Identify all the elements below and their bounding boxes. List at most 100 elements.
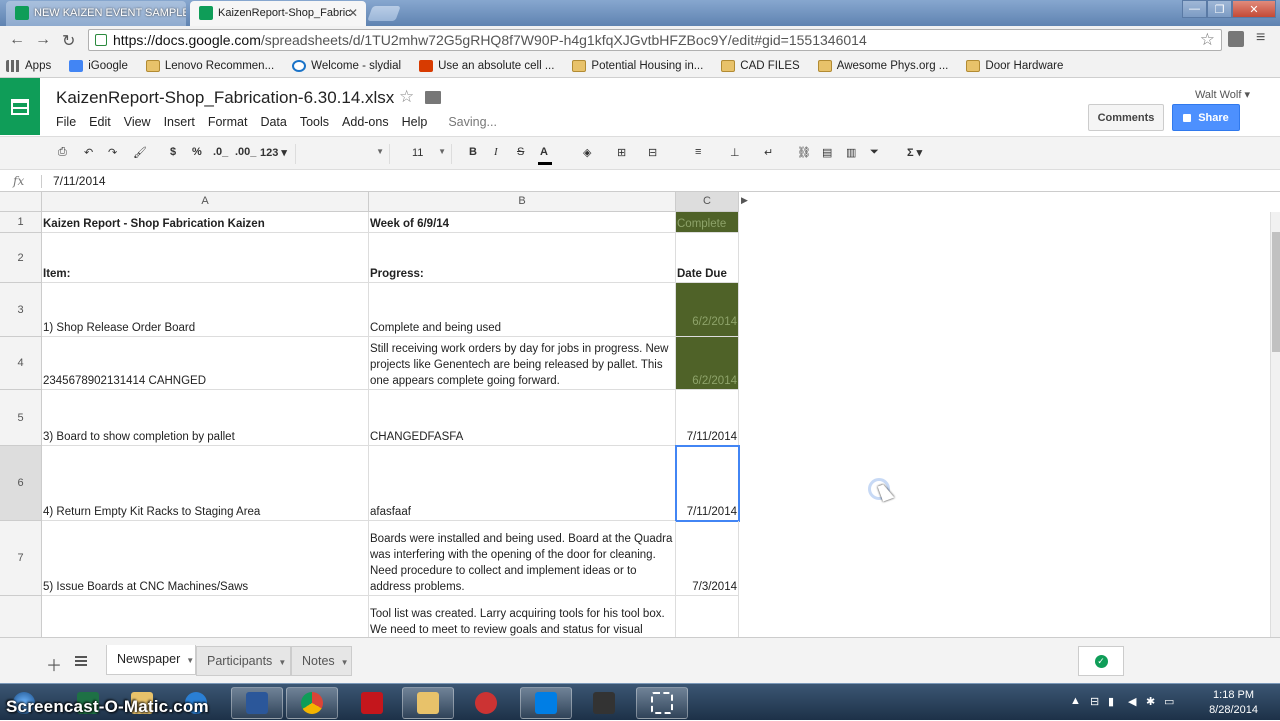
menu-view[interactable]: View [124,115,151,129]
network-icon[interactable]: ⊟ [1090,695,1099,708]
close-window-button[interactable]: ✕ [1232,0,1276,18]
user-account[interactable]: Walt Wolf ▾ [1195,88,1250,101]
bookmark-cad-files[interactable]: CAD FILES [721,59,800,72]
new-tab-button[interactable] [367,6,401,21]
star-icon[interactable]: ☆ [399,87,414,107]
increase-decimal-button[interactable]: .00_ [235,146,256,158]
wifi-icon[interactable]: ▮ [1108,695,1114,708]
comments-button[interactable]: Comments [1088,104,1164,131]
cell-b4[interactable]: Still receiving work orders by day for j… [369,337,676,390]
vertical-scrollbar[interactable] [1270,212,1280,637]
currency-format-button[interactable]: $ [170,146,176,158]
scroll-right-arrow-icon[interactable]: ▶ [741,195,748,206]
italic-button[interactable]: I [494,146,498,158]
menu-data[interactable]: Data [260,115,286,129]
font-family-select[interactable]: ▼ [295,144,390,164]
app-taskbar-icon[interactable] [460,687,512,719]
dropbox-taskbar-icon[interactable] [520,687,572,719]
sheets-logo-icon[interactable] [0,78,40,135]
cell-b2[interactable]: Progress: [369,233,676,283]
cell-a8[interactable] [42,596,369,637]
dropdown-arrow-icon[interactable]: ▼ [278,658,286,667]
all-sheets-icon[interactable] [75,656,87,666]
column-header-a[interactable]: A [42,192,369,212]
insert-chart-icon[interactable]: ▥ [846,146,856,159]
extension-icon[interactable] [1228,31,1244,47]
redo-icon[interactable]: ↷ [108,146,117,159]
cell-a1[interactable]: Kaizen Report - Shop Fabrication Kaizen [42,212,369,233]
row-header[interactable]: 4 [0,337,42,390]
maximize-button[interactable]: ❐ [1207,0,1232,18]
strikethrough-button[interactable]: S [517,146,524,158]
bookmark-slydial[interactable]: Welcome - slydial [292,59,401,72]
merge-cells-icon[interactable]: ⊟ [648,146,657,159]
formula-input[interactable]: 7/11/2014 [53,174,106,188]
row-header[interactable]: 1 [0,212,42,233]
row-header[interactable]: 7 [0,521,42,596]
cell-b1[interactable]: Week of 6/9/14 [369,212,676,233]
fill-color-icon[interactable]: ◈ [583,146,591,159]
battery-icon[interactable]: ▭ [1164,695,1174,708]
bookmark-door-hardware[interactable]: Door Hardware [966,59,1063,72]
cell-b3[interactable]: Complete and being used [369,283,676,337]
cell-a7[interactable]: 5) Issue Boards at CNC Machines/Saws [42,521,369,596]
sheet-tab-participants[interactable]: Participants ▼ [196,646,291,676]
bookmark-lenovo[interactable]: Lenovo Recommen... [145,59,274,72]
bookmark-igoogle[interactable]: iGoogle [69,59,128,72]
cell-b7[interactable]: Boards were installed and being used. Bo… [369,521,676,596]
align-horizontal-icon[interactable]: ≡ [695,146,701,158]
forward-arrow-icon[interactable]: → [35,31,51,49]
menu-addons[interactable]: Add-ons [342,115,389,129]
wrap-text-icon[interactable]: ↵ [764,146,773,159]
acrobat-taskbar-icon[interactable] [346,687,398,719]
screencast-taskbar-icon[interactable] [636,687,688,719]
borders-icon[interactable]: ⊞ [617,146,626,159]
text-color-button[interactable]: A [540,146,548,158]
functions-button[interactable]: Σ ▾ [907,146,922,159]
filter-icon[interactable]: ⏷ [870,146,879,159]
volume-icon[interactable]: ◀ [1128,695,1136,708]
cell-a2[interactable]: Item: [42,233,369,283]
bookmark-star-icon[interactable]: ☆ [1200,30,1215,50]
system-clock[interactable]: 1:18 PM 8/28/2014 [1209,688,1258,718]
row-header[interactable]: 3 [0,283,42,337]
column-header-c[interactable]: C [676,192,739,212]
app2-taskbar-icon[interactable] [578,687,630,719]
select-all-corner[interactable] [0,192,42,212]
chrome-taskbar-icon[interactable] [286,687,338,719]
folder-icon[interactable] [425,91,441,104]
insert-link-icon[interactable]: ⛓ [797,146,811,159]
close-tab-icon[interactable]: ✕ [348,6,358,20]
bookmark-physorg[interactable]: Awesome Phys.org ... [817,59,948,72]
reload-icon[interactable]: ↻ [62,31,75,51]
font-size-select[interactable]: 11 ▼ [400,144,452,164]
row-header[interactable]: 5 [0,390,42,446]
cell-c8[interactable] [676,596,739,637]
scrollbar-thumb[interactable] [1272,232,1280,352]
bookmark-absolute-cell[interactable]: Use an absolute cell ... [419,59,554,72]
row-header[interactable] [0,596,42,637]
cell-c4[interactable]: 6/2/2014 [676,337,739,390]
more-formats-button[interactable]: 123 ▾ [260,146,287,159]
menu-insert[interactable]: Insert [164,115,195,129]
cell-b5[interactable]: CHANGEDFASFA [369,390,676,446]
back-arrow-icon[interactable]: ← [9,31,25,49]
add-sheet-icon[interactable]: ＋ [46,652,62,676]
menu-file[interactable]: File [56,115,76,129]
align-vertical-icon[interactable]: ⊥ [730,146,740,159]
cell-c3[interactable]: 6/2/2014 [676,283,739,337]
cell-c2[interactable]: Date Due [676,233,739,283]
word-taskbar-icon[interactable] [231,687,283,719]
insert-comment-icon[interactable]: ▤ [822,146,832,159]
paint-format-icon[interactable]: 🖌 [133,146,147,159]
browser-tab-kaizen-sample[interactable]: NEW KAIZEN EVENT SAMPLE [6,1,186,26]
browser-tab-kaizen-report[interactable]: KaizenReport-Shop_Fabric ✕ [190,1,366,26]
percent-format-button[interactable]: % [192,146,202,158]
cell-c6[interactable]: 7/11/2014 [675,445,740,522]
cell-a3[interactable]: 1) Shop Release Order Board [42,283,369,337]
cell-a5[interactable]: 3) Board to show completion by pallet [42,390,369,446]
print-icon[interactable]: ⎙ [58,146,67,159]
cell-c1[interactable]: Complete [676,212,739,233]
row-header[interactable]: 2 [0,233,42,283]
dropdown-arrow-icon[interactable]: ▼ [341,658,349,667]
